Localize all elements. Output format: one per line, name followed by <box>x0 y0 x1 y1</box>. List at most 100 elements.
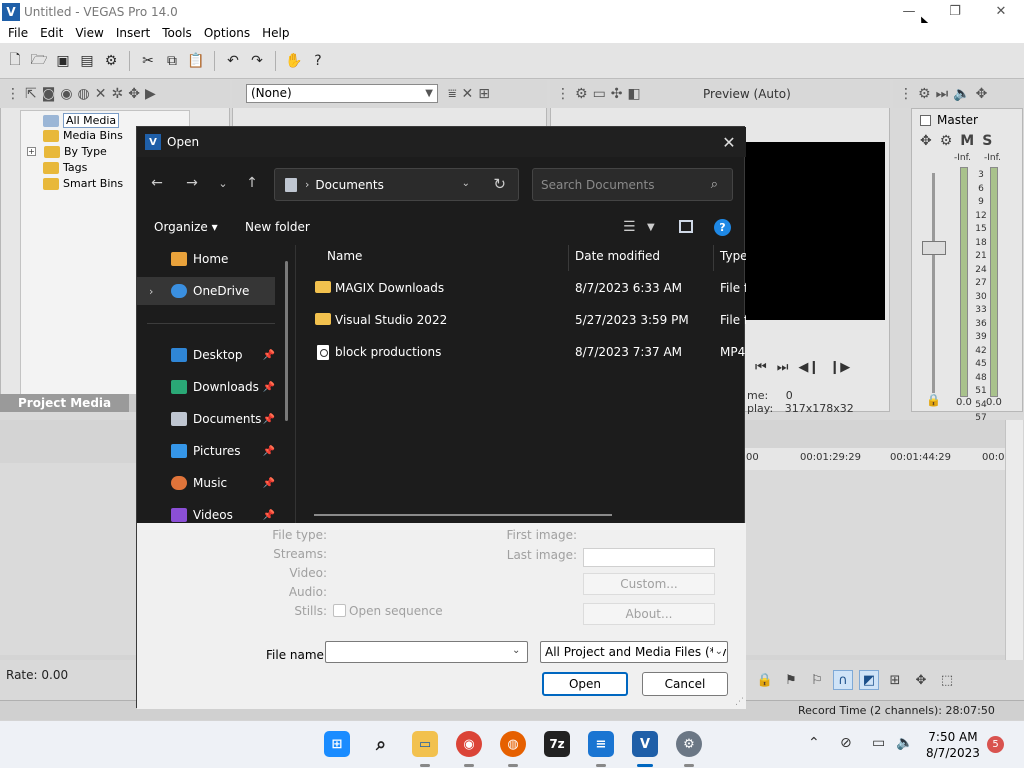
notification-badge[interactable]: 5 <box>987 736 1004 753</box>
menu-help[interactable]: Help <box>256 26 295 40</box>
menu-insert[interactable]: Insert <box>110 26 156 40</box>
display-icon[interactable]: ▭ <box>872 735 885 751</box>
nav-item-pictures[interactable]: Pictures 📌 <box>137 437 275 465</box>
pin-icon[interactable]: 📌 <box>263 414 275 425</box>
pane-divider[interactable] <box>295 245 296 523</box>
tab-project-media[interactable]: Project Media <box>0 394 130 412</box>
settings-gear-icon[interactable]: ⚙ <box>676 731 702 757</box>
remove-media-icon[interactable]: ✕ <box>95 86 107 102</box>
file-type-select[interactable]: All Project and Media Files (*.ve ⌄ <box>540 641 728 663</box>
chrome-icon[interactable]: ◉ <box>456 731 482 757</box>
search-input[interactable] <box>541 176 701 194</box>
mute-button[interactable]: M <box>960 133 974 149</box>
speaker-icon[interactable]: 🔈 <box>953 86 970 102</box>
forward-arrow-icon[interactable]: → <box>182 175 202 191</box>
file-row[interactable]: block productions 8/7/2023 7:37 AM MP4 <box>297 339 746 367</box>
go-to-start-icon[interactable]: ⏮ <box>755 360 767 375</box>
save-icon[interactable]: ▣ <box>54 52 72 70</box>
tree-item-smart-bins[interactable]: Smart Bins <box>43 177 123 190</box>
network-offline-icon[interactable]: ⊘ <box>840 735 852 751</box>
column-header-date[interactable]: Date modified <box>575 249 660 263</box>
nav-item-music[interactable]: Music 📌 <box>137 469 275 497</box>
maximize-button[interactable]: ❐ <box>932 0 978 23</box>
nav-item-home[interactable]: Home <box>137 245 275 273</box>
address-bar[interactable]: › Documents ⌄ ↻ <box>274 168 519 201</box>
tree-item-by-type[interactable]: + By Type <box>27 145 107 158</box>
refresh-icon[interactable]: ↻ <box>493 175 506 193</box>
file-row[interactable]: MAGIX Downloads 8/7/2023 6:33 AM File fo <box>297 275 746 303</box>
region-icon[interactable]: ⚐ <box>807 670 827 690</box>
next-frame-icon[interactable]: ❙▶ <box>829 360 850 375</box>
lock-icon[interactable]: 🔒 <box>926 393 941 407</box>
split-screen-icon[interactable]: ✣ <box>611 86 623 102</box>
view-options-icon[interactable]: ☰ <box>623 219 636 235</box>
file-list-horizontal-scrollbar[interactable] <box>314 514 612 516</box>
column-separator[interactable] <box>568 245 569 271</box>
save-as-icon[interactable]: ▤ <box>78 52 96 70</box>
fx-settings-icon[interactable]: ⊞ <box>478 86 490 102</box>
tree-item-all-media[interactable]: All Media <box>43 113 120 128</box>
vegas-taskbar-icon[interactable]: V <box>632 731 658 757</box>
open-sequence-checkbox[interactable] <box>333 604 346 617</box>
menu-edit[interactable]: Edit <box>34 26 69 40</box>
expand-icon[interactable]: + <box>27 147 36 156</box>
preview-settings-icon[interactable]: ⚙ <box>575 86 588 102</box>
preview-quality-select[interactable]: Preview (Auto) <box>703 87 791 101</box>
chevron-down-icon[interactable]: ⌄ <box>462 178 470 189</box>
whats-this-help-icon[interactable]: ? <box>309 52 327 70</box>
custom-button[interactable]: Custom... <box>583 573 715 595</box>
master-settings-icon[interactable]: ⚙ <box>940 133 953 149</box>
nav-item-onedrive[interactable]: › OneDrive <box>137 277 275 305</box>
remove-fx-icon[interactable]: ✕ <box>462 86 474 102</box>
pin-icon[interactable]: 📌 <box>263 478 275 489</box>
master-checkbox[interactable] <box>920 114 931 126</box>
import-media-icon[interactable]: ⇱ <box>25 86 37 102</box>
render-icon[interactable]: ✋ <box>285 52 303 70</box>
menu-file[interactable]: File <box>2 26 34 40</box>
recent-locations-icon[interactable]: ⌄ <box>213 177 233 190</box>
column-separator[interactable] <box>713 245 714 271</box>
get-media-icon[interactable]: ◉ <box>60 86 72 102</box>
redo-icon[interactable]: ↷ <box>248 52 266 70</box>
firefox-icon[interactable]: ◍ <box>500 731 526 757</box>
copy-icon[interactable]: ⧉ <box>163 52 181 70</box>
back-arrow-icon[interactable]: ← <box>147 175 167 191</box>
prev-frame-icon[interactable]: ◀❙ <box>798 360 819 375</box>
new-file-icon[interactable]: 🗋 <box>6 52 24 70</box>
timeline-vertical-scrollbar[interactable] <box>1005 420 1023 660</box>
go-to-end-icon[interactable]: ⏭ <box>777 360 789 375</box>
close-button[interactable]: ✕ <box>978 0 1024 23</box>
capture-icon[interactable]: ◙ <box>42 86 56 102</box>
dialog-close-button[interactable]: ✕ <box>720 133 738 152</box>
nav-pane-scrollbar[interactable] <box>285 261 288 421</box>
tree-item-media-bins[interactable]: Media Bins <box>43 129 123 142</box>
filter-icon[interactable]: ⩸ <box>448 86 457 102</box>
cancel-button[interactable]: Cancel <box>642 672 728 696</box>
up-arrow-icon[interactable]: ↑ <box>242 175 262 191</box>
open-folder-icon[interactable]: 🗁 <box>30 52 48 70</box>
pan-icon[interactable]: ✥ <box>976 86 988 102</box>
effects-preset-select[interactable]: (None) ▼ <box>246 84 438 103</box>
chevron-down-icon[interactable]: ⌄ <box>512 645 520 656</box>
last-image-field[interactable] <box>583 548 715 567</box>
paste-icon[interactable]: 📋 <box>187 52 205 70</box>
downmix-icon[interactable]: ⏭ <box>936 86 949 102</box>
pin-icon[interactable]: 📌 <box>263 382 275 393</box>
selection-tool-icon[interactable]: ⬚ <box>937 670 957 690</box>
open-button[interactable]: Open <box>542 672 628 696</box>
lock-icon[interactable]: 🔒 <box>755 670 775 690</box>
solo-button[interactable]: S <box>982 133 992 149</box>
volume-icon[interactable]: 🔈 <box>896 735 913 751</box>
file-explorer-icon[interactable]: ▭ <box>412 731 438 757</box>
file-row[interactable]: Visual Studio 2022 5/27/2023 3:59 PM Fil… <box>297 307 746 335</box>
nav-item-downloads[interactable]: Downloads 📌 <box>137 373 275 401</box>
menu-tools[interactable]: Tools <box>156 26 198 40</box>
chevron-right-icon[interactable]: › <box>149 285 153 298</box>
about-button[interactable]: About... <box>583 603 715 625</box>
master-fader[interactable] <box>922 241 946 255</box>
organize-button[interactable]: Organize ▾ <box>154 220 218 234</box>
auto-ripple-icon[interactable]: ◩ <box>859 670 879 690</box>
menu-options[interactable]: Options <box>198 26 256 40</box>
column-header-type[interactable]: Type <box>720 249 746 263</box>
media-fx-icon[interactable]: ✲ <box>112 86 124 102</box>
